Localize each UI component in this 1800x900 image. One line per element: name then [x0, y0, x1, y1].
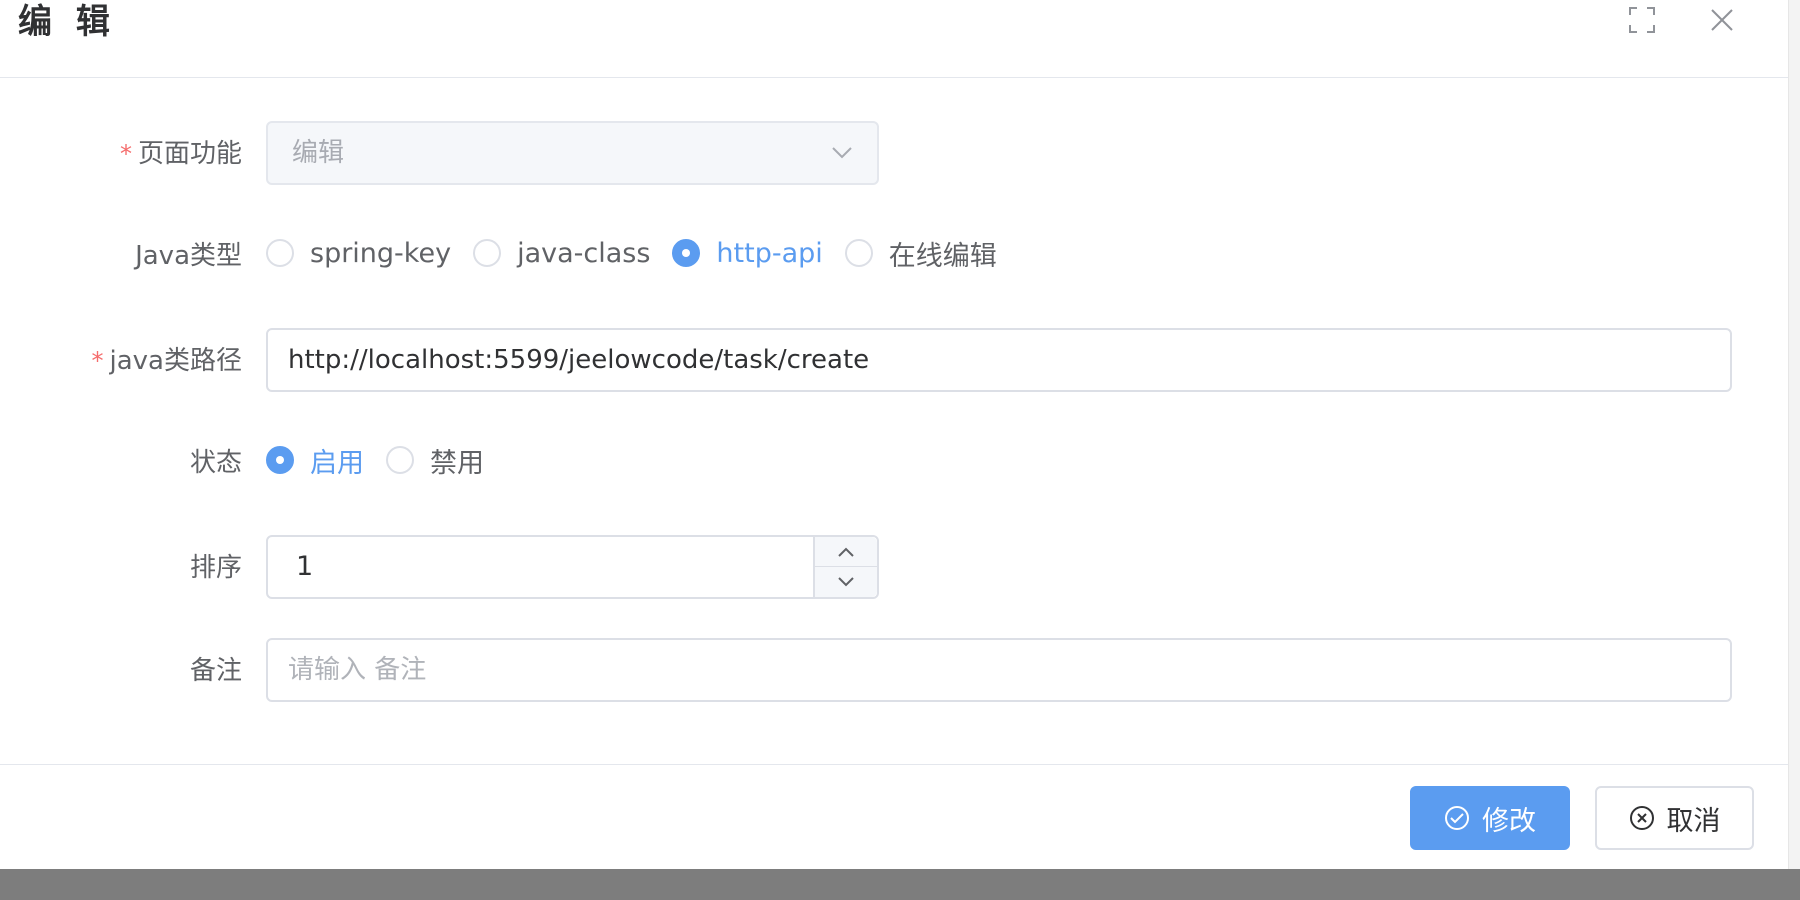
radio-online-edit[interactable]: 在线编辑 [844, 234, 997, 273]
radio-label: http-api [716, 237, 823, 269]
sort-label: 排序 [189, 553, 242, 583]
java-path-input[interactable] [266, 328, 1732, 392]
radio-circle[interactable] [266, 446, 294, 474]
required-mark: * [91, 347, 104, 375]
form-item-remark: 备注 [0, 638, 1788, 702]
radio-http-api[interactable]: http-api [672, 237, 823, 269]
radio-label: spring-key [310, 237, 452, 269]
sort-value[interactable]: 1 [296, 537, 313, 597]
java-type-label: Java类型 [135, 241, 242, 271]
java-type-radio-group: spring-key java-class http-api 在线编辑 [266, 233, 1019, 273]
cancel-button[interactable]: 取消 [1595, 786, 1754, 850]
form-item-status: 状态 启用 禁用 [0, 440, 1788, 480]
chevron-up-icon[interactable] [815, 537, 877, 567]
radio-circle[interactable] [844, 239, 873, 267]
remark-input[interactable] [266, 638, 1732, 702]
radio-disabled[interactable]: 禁用 [386, 441, 484, 480]
sort-stepper[interactable]: 1 [266, 535, 879, 599]
radio-circle[interactable] [473, 239, 502, 267]
close-circle-icon [1629, 805, 1655, 831]
radio-circle[interactable] [386, 446, 414, 474]
radio-spring-key[interactable]: spring-key [266, 238, 451, 269]
dialog-header: 编 辑 [0, 0, 1788, 78]
stepper-controls [813, 537, 877, 597]
remark-label: 备注 [189, 656, 242, 686]
chevron-down-icon[interactable] [815, 567, 877, 597]
page-function-value: 编辑 [292, 138, 345, 168]
radio-label: 禁用 [430, 447, 484, 479]
submit-button[interactable]: 修改 [1410, 786, 1570, 850]
check-circle-icon [1444, 805, 1470, 831]
dialog-footer: 修改 取消 [0, 764, 1788, 869]
java-path-label: * java类路径 [91, 346, 242, 376]
radio-enabled[interactable]: 启用 [266, 441, 364, 480]
radio-java-class[interactable]: java-class [473, 238, 650, 269]
radio-circle[interactable] [672, 239, 701, 267]
form-item-sort: 排序 1 [0, 535, 1788, 599]
required-mark: * [119, 140, 132, 168]
page-function-select[interactable]: 编辑 [266, 121, 879, 185]
close-icon[interactable] [1704, 2, 1740, 38]
fullscreen-icon[interactable] [1624, 2, 1660, 38]
radio-label: 启用 [310, 447, 364, 479]
radio-circle[interactable] [266, 239, 294, 267]
scrollbar-track[interactable] [1788, 0, 1800, 869]
page-function-label: * 页面功能 [119, 139, 242, 169]
status-radio-group: 启用 禁用 [266, 440, 506, 480]
form-item-page-function: * 页面功能 编辑 [0, 121, 1788, 185]
radio-label: 在线编辑 [888, 240, 997, 272]
dialog-title: 编 辑 [18, 2, 116, 42]
status-label: 状态 [189, 448, 242, 478]
submit-button-label: 修改 [1482, 805, 1536, 837]
form-item-java-type: Java类型 spring-key java-class http-api 在线… [0, 233, 1788, 273]
edit-dialog: 编 辑 * 页面功能 编辑 Java类型 spring-key java-cla… [0, 0, 1788, 869]
cancel-button-label: 取消 [1666, 805, 1721, 837]
form-item-java-path: * java类路径 [0, 328, 1788, 392]
chevron-down-icon [831, 141, 853, 167]
radio-label: java-class [517, 237, 651, 269]
